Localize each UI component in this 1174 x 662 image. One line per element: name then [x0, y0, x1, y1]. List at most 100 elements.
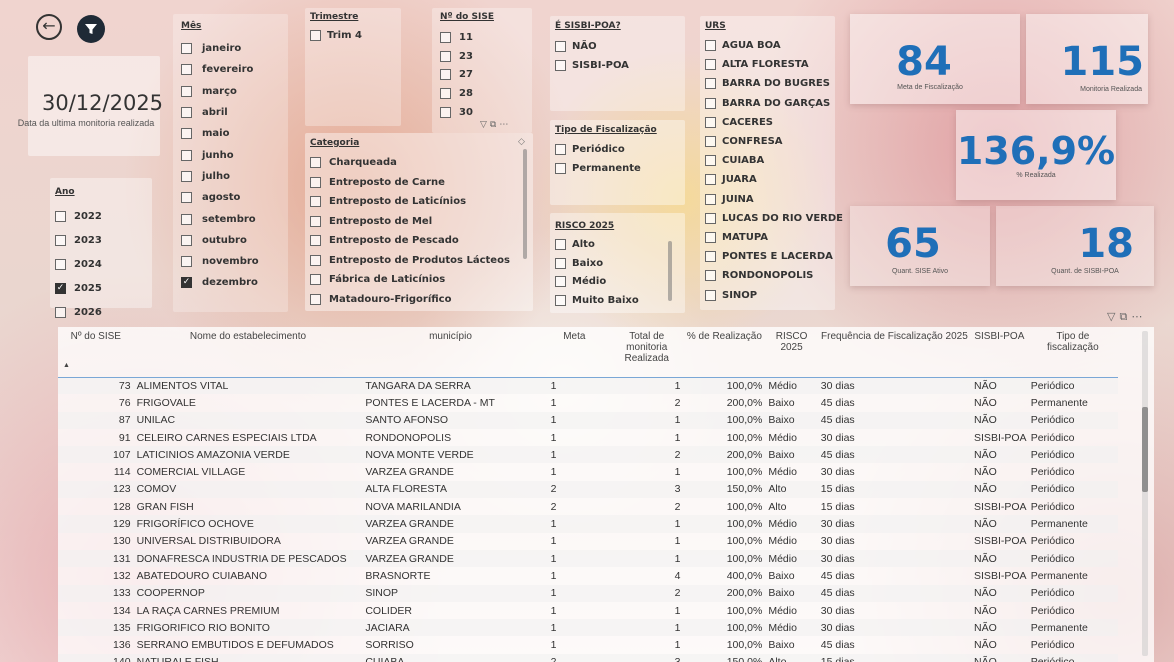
mes-option[interactable]: maio [181, 123, 259, 144]
mes-option[interactable]: agosto [181, 187, 259, 208]
filter-button[interactable] [77, 15, 105, 43]
filter-icon[interactable]: ▽ [480, 120, 487, 130]
categoria-checkbox[interactable] [310, 176, 321, 188]
mes-option[interactable]: setembro [181, 208, 259, 229]
urs-option[interactable]: LUCAS DO RIO VERDE [705, 209, 843, 228]
ano-checkbox[interactable] [55, 234, 66, 246]
urs-option[interactable]: ALTA FLORESTA [705, 55, 843, 74]
mes-checkbox[interactable] [181, 170, 192, 182]
categoria-option[interactable]: Entreposto de Produtos Lácteos [310, 251, 510, 271]
urs-option[interactable]: JUARA [705, 170, 843, 189]
table-row[interactable]: 131 DONAFRESCA INDUSTRIA DE PESCADOS VARZE… [58, 549, 1118, 568]
urs-option[interactable]: CONFRESA [705, 132, 843, 151]
tipo-checkbox[interactable] [555, 163, 566, 174]
ano-checkbox[interactable] [55, 258, 66, 270]
table-row[interactable]: 107 LATICINIOS AMAZONIA VERDE NOVA MONTE V… [58, 446, 1118, 464]
urs-checkbox[interactable] [705, 174, 716, 186]
mes-checkbox[interactable] [181, 213, 192, 225]
categoria-scrollbar[interactable] [523, 149, 527, 259]
sort-ascending-icon[interactable]: ▲ [63, 362, 131, 369]
urs-checkbox[interactable] [705, 59, 716, 71]
risco-option[interactable]: Alto [555, 235, 639, 254]
categoria-checkbox[interactable] [310, 196, 321, 208]
categoria-option[interactable]: Entreposto de Carne [310, 173, 510, 193]
categoria-checkbox[interactable] [310, 274, 321, 286]
table-row[interactable]: 76 FRIGOVALE PONTES E LACERDA - MT 1 2 200,0%… [58, 394, 1118, 411]
mes-option[interactable]: janeiro [181, 38, 259, 59]
column-header[interactable]: SISBI-POA [971, 327, 1028, 377]
risco-option[interactable]: Médio [555, 272, 639, 291]
urs-checkbox[interactable] [705, 212, 716, 224]
urs-option[interactable]: PONTES E LACERDA [705, 247, 843, 266]
urs-checkbox[interactable] [705, 40, 716, 52]
urs-checkbox[interactable] [705, 78, 716, 90]
table-row[interactable]: 135 FRIGORIFICO RIO BONITO JACIARA 1 1 100,0%… [58, 619, 1118, 637]
urs-checkbox[interactable] [705, 116, 716, 128]
sisbi-checkbox[interactable] [555, 41, 566, 52]
risco-option[interactable]: Muito Baixo [555, 291, 639, 310]
urs-option[interactable]: BARRA DO GARÇAS [705, 94, 843, 113]
sise-checkbox[interactable] [440, 31, 451, 43]
urs-option[interactable]: BARRA DO BUGRES [705, 74, 843, 93]
categoria-checkbox[interactable] [310, 235, 321, 247]
urs-checkbox[interactable] [705, 136, 716, 148]
tipo-checkbox[interactable] [555, 144, 566, 155]
ano-option[interactable]: 2025 [55, 276, 102, 300]
column-header[interactable]: município [362, 327, 538, 377]
sise-checkbox[interactable] [440, 69, 451, 81]
sise-checkbox[interactable] [440, 106, 451, 118]
trimestre-option[interactable]: Trim 4 [310, 26, 362, 44]
categoria-checkbox[interactable] [310, 157, 321, 169]
risco-checkbox[interactable] [555, 238, 566, 250]
categoria-checkbox[interactable] [310, 254, 321, 266]
more-options-icon[interactable]: ⋯ [1131, 310, 1142, 324]
categoria-option[interactable]: Entreposto de Mel [310, 212, 510, 232]
ano-checkbox[interactable] [55, 210, 66, 222]
urs-checkbox[interactable] [705, 231, 716, 243]
more-options-icon[interactable]: ⋯ [499, 120, 508, 130]
mes-checkbox[interactable] [181, 192, 192, 204]
risco-option[interactable]: Baixo [555, 254, 639, 273]
risco-checkbox[interactable] [555, 294, 566, 306]
mes-option[interactable]: outubro [181, 230, 259, 251]
table-row[interactable]: 134 LA RAÇA CARNES PREMIUM COLIDER 1 1 100,0%… [58, 602, 1118, 619]
mes-checkbox[interactable] [181, 277, 192, 289]
mes-checkbox[interactable] [181, 107, 192, 119]
table-row[interactable]: 129 FRIGORÍFICO OCHOVE VARZEA GRANDE 1 1 100,… [58, 515, 1118, 533]
mes-checkbox[interactable] [181, 85, 192, 97]
urs-checkbox[interactable] [705, 270, 716, 282]
mes-checkbox[interactable] [181, 234, 192, 246]
risco-checkbox[interactable] [555, 276, 566, 288]
sisbi-option[interactable]: NÃO [555, 37, 629, 56]
mes-option[interactable]: dezembro [181, 272, 259, 293]
table-row[interactable]: 73 ALIMENTOS VITAL TANGARA DA SERRA 1 1 100,0… [58, 377, 1118, 395]
table-row[interactable]: 123 COMOV ALTA FLORESTA 2 3 150,0% Alto 15 dias… [58, 480, 1118, 499]
table-row[interactable]: 136 SERRANO EMBUTIDOS E DEFUMADOS SORRISO 1… [58, 636, 1118, 653]
sise-option[interactable]: 11 [440, 28, 473, 47]
table-row[interactable]: 133 COOPERNOP SINOP 1 2 200,0% Baixo 45 dias NÃO… [58, 584, 1118, 602]
sise-checkbox[interactable] [440, 50, 451, 62]
sisbi-checkbox[interactable] [555, 60, 566, 71]
filter-icon[interactable]: ▽ [1107, 310, 1115, 324]
urs-checkbox[interactable] [705, 155, 716, 167]
sise-option[interactable]: 27 [440, 65, 473, 84]
categoria-option[interactable]: Entreposto de Pescado [310, 231, 510, 251]
eraser-icon[interactable]: ◇ [518, 137, 525, 147]
urs-checkbox[interactable] [705, 193, 716, 205]
table-row[interactable]: 87 UNILAC SANTO AFONSO 1 1 100,0% Baixo 45 dias… [58, 411, 1118, 429]
column-header[interactable]: Nº do SISE ▲ [58, 327, 134, 377]
urs-option[interactable]: JUINA [705, 190, 843, 209]
column-header[interactable]: RISCO 2025 [765, 327, 817, 377]
urs-option[interactable]: AGUA BOA [705, 36, 843, 55]
categoria-checkbox[interactable] [310, 215, 321, 227]
mes-option[interactable]: julho [181, 166, 259, 187]
categoria-option[interactable]: Entreposto de Laticínios [310, 192, 510, 212]
mes-option[interactable]: novembro [181, 251, 259, 272]
sisbi-option[interactable]: SISBI-POA [555, 56, 629, 75]
focus-mode-icon[interactable]: ⧉ [1119, 310, 1127, 324]
sise-option[interactable]: 23 [440, 47, 473, 66]
column-header[interactable]: Meta [539, 327, 610, 377]
urs-option[interactable]: MATUPA [705, 228, 843, 247]
table-row[interactable]: 91 CELEIRO CARNES ESPECIAIS LTDA RONDONOPO… [58, 429, 1118, 446]
column-header[interactable]: % de Realização [683, 327, 765, 377]
